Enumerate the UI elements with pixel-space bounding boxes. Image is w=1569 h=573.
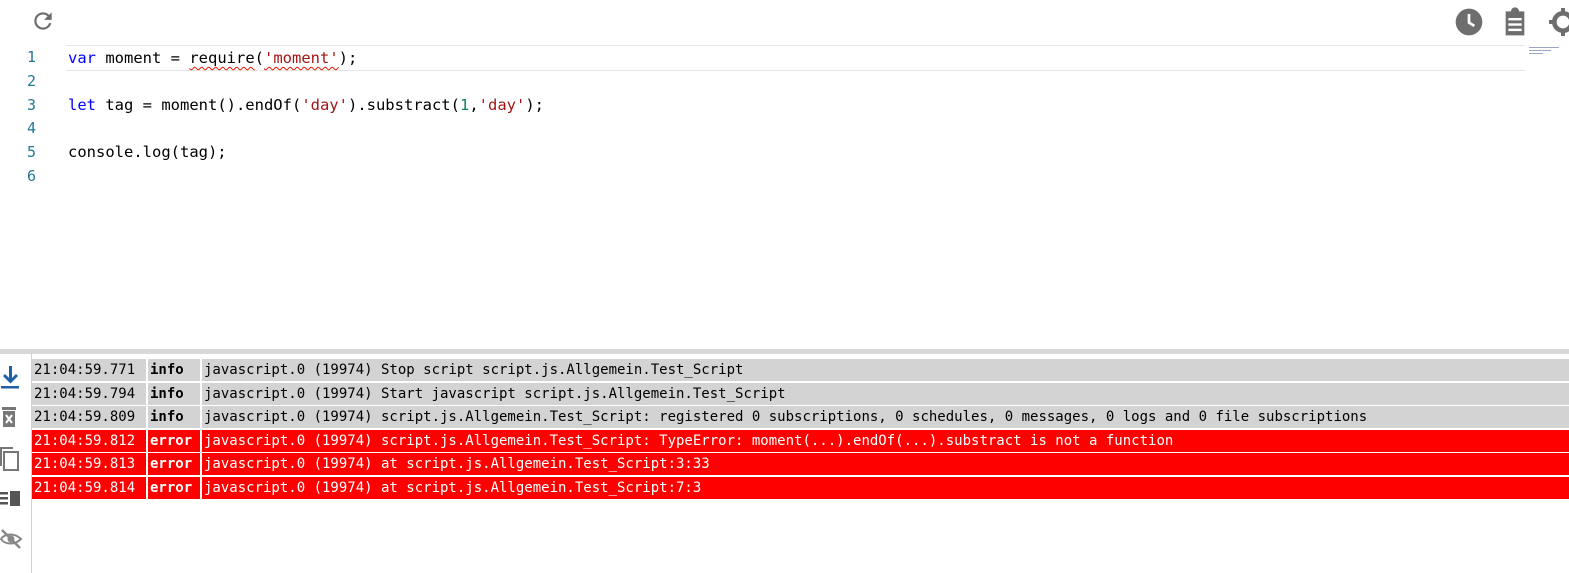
reload-button[interactable]: [30, 8, 56, 34]
code-token: 1: [459, 96, 470, 114]
code-line[interactable]: let tag = moment().endOf('day').substrac…: [0, 93, 1525, 117]
log-time: 21:04:59.813: [32, 453, 148, 476]
log-time: 21:04:59.794: [32, 382, 148, 405]
code-text: let tag = moment().endOf('day').substrac…: [68, 93, 544, 117]
log-message: javascript.0 (19974) Stop script script.…: [202, 359, 1569, 381]
log-table: 21:04:59.771 info javascript.0 (19974) Sto…: [32, 359, 1569, 501]
code-token: require: [189, 49, 255, 67]
clipboard-icon: [1505, 7, 1525, 36]
log-message: javascript.0 (19974) script.js.Allgemein…: [202, 429, 1569, 452]
log-row: 21:04:59.813 error javascript.0 (19974) at…: [32, 453, 1569, 476]
columns-icon: [0, 491, 20, 506]
log-row: 21:04:59.809 info javascript.0 (19974) scr…: [32, 406, 1569, 429]
code-token: moment =: [96, 49, 190, 67]
code-token: );: [525, 96, 544, 114]
log-severity: info: [148, 406, 202, 429]
log-severity: info: [148, 359, 202, 381]
scroll-down-icon: [1, 366, 19, 389]
log-message: javascript.0 (19974) at script.js.Allgem…: [202, 453, 1569, 476]
code-line[interactable]: var moment = require('moment');: [66, 45, 1525, 71]
code-token: (: [254, 49, 264, 67]
code-line[interactable]: console.log(tag);: [0, 140, 1525, 164]
log-time: 21:04:59.809: [32, 406, 148, 429]
clear-log-button[interactable]: [0, 403, 24, 431]
scroll-to-end-button[interactable]: [0, 362, 24, 390]
clipboard-button[interactable]: [1499, 6, 1531, 38]
columns-button[interactable]: [0, 484, 24, 512]
log-message: javascript.0 (19974) at script.js.Allgem…: [202, 476, 1569, 499]
log-severity: error: [148, 429, 202, 452]
log-severity: error: [148, 476, 202, 499]
log-panel: 21:04:59.771 info javascript.0 (19974) Sto…: [0, 349, 1569, 573]
code-line[interactable]: [0, 164, 1525, 188]
code-text: console.log(tag);: [68, 140, 227, 164]
copy-icon: [0, 447, 19, 471]
top-right-toolbar: [1439, 6, 1569, 38]
log-row: 21:04:59.794 info javascript.0 (19974) Sta…: [32, 382, 1569, 405]
code-text: var moment = require('moment');: [68, 46, 357, 70]
log-severity: error: [148, 453, 202, 476]
code-token: tag = moment().endOf(: [96, 96, 302, 114]
code-editor[interactable]: 1 var moment = require('moment'); 2 3 let ta…: [0, 44, 1569, 344]
code-token: );: [338, 49, 358, 67]
log-row: 21:04:59.814 error javascript.0 (19974) at…: [32, 476, 1569, 499]
code-token: 'day': [301, 96, 348, 114]
log-time: 21:04:59.814: [32, 476, 148, 499]
gear-icon: [1549, 8, 1569, 36]
log-row: 21:04:59.771 info javascript.0 (19974) Sto…: [32, 359, 1569, 381]
code-line[interactable]: [0, 69, 1525, 93]
code-token: console.log(tag);: [68, 143, 227, 161]
hide-icon: [0, 529, 23, 549]
settings-button[interactable]: [1547, 6, 1569, 38]
minimap[interactable]: [1529, 47, 1563, 61]
clock-icon: [1455, 8, 1483, 36]
code-token: var: [68, 49, 96, 67]
log-time: 21:04:59.771: [32, 359, 148, 381]
log-toolbar: [0, 354, 32, 573]
clear-log-icon: [2, 407, 16, 427]
code-token: 'day': [478, 96, 526, 114]
log-severity: info: [148, 382, 202, 405]
code-token: let: [68, 96, 96, 114]
log-message: javascript.0 (19974) script.js.Allgemein…: [202, 406, 1569, 429]
code-token: ,: [469, 96, 479, 114]
code-token: 'moment': [264, 49, 339, 67]
line-number: 1: [26, 48, 36, 66]
log-message: javascript.0 (19974) Start javascript sc…: [202, 382, 1569, 405]
code-line[interactable]: [0, 116, 1525, 140]
log-row: 21:04:59.812 error javascript.0 (19974) sc…: [32, 429, 1569, 452]
reload-icon: [34, 12, 52, 30]
hide-button[interactable]: [0, 524, 24, 552]
code-token: ).substract(: [347, 96, 460, 114]
copy-log-button[interactable]: [0, 444, 24, 472]
history-button[interactable]: [1453, 6, 1485, 38]
log-time: 21:04:59.812: [32, 429, 148, 452]
